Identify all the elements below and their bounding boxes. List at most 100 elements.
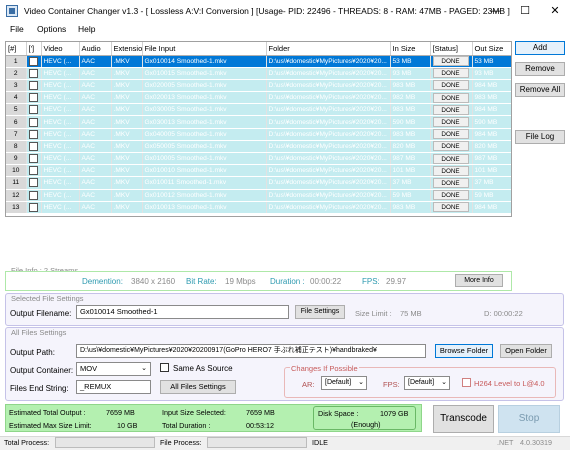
col-in-size[interactable]: In Size: [390, 42, 431, 56]
row-number: 11: [6, 176, 27, 190]
row-folder: D:\us\¥domestic¥MyPictures¥2020¥20...: [266, 103, 391, 117]
col-number[interactable]: [#]: [6, 42, 27, 56]
col-video[interactable]: Video: [41, 42, 80, 56]
table-row[interactable]: 11 HEVC (... AAC .MKV Gx010011 Smoothed-1.mk…: [6, 176, 511, 190]
row-video: HEVC (...: [41, 103, 80, 117]
files-end-string-input[interactable]: _REMUX: [76, 380, 151, 394]
col-extension[interactable]: Extensio: [111, 42, 143, 56]
row-checkbox[interactable]: [28, 154, 38, 164]
row-audio: AAC: [79, 128, 112, 141]
row-audio: AAC: [79, 91, 112, 105]
table-row[interactable]: 8 HEVC (... AAC .MKV Gx050005 Smoothed-1.mkv…: [6, 140, 511, 154]
row-video: HEVC (...: [41, 79, 80, 93]
status-badge: DONE: [432, 190, 469, 201]
table-row[interactable]: 1 HEVC (... AAC .MKV Gx010014 Smoothed-1.mkv…: [6, 55, 511, 68]
row-checkbox[interactable]: [28, 117, 38, 127]
table-row[interactable]: 5 HEVC (... AAC .MKV Gx030005 Smoothed-1.mkv…: [6, 103, 511, 117]
col-file-input[interactable]: File Input: [142, 42, 267, 56]
row-out-size: 53 MB: [472, 55, 511, 68]
row-extension: .MKV: [111, 189, 143, 202]
output-container-select[interactable]: MOV ⌄: [76, 362, 151, 376]
row-checkbox[interactable]: [28, 56, 38, 66]
table-row[interactable]: 10 HEVC (... AAC .MKV Gx010010 Smoothed-1.mk…: [6, 164, 511, 178]
add-button[interactable]: Add: [515, 41, 565, 55]
row-file-input: Gx010011 Smoothed-1.mkv: [142, 176, 267, 190]
col-audio[interactable]: Audio: [79, 42, 112, 56]
output-filename-input[interactable]: Gx010014 Smoothed-1: [76, 305, 289, 319]
output-path-input[interactable]: D:\us\¥domestic¥MyPictures¥2020¥20200917…: [76, 344, 426, 358]
fps-label: FPS:: [362, 277, 380, 286]
ar-value: [Default]: [325, 379, 352, 386]
file-settings-button[interactable]: File Settings: [295, 305, 345, 319]
row-checkbox[interactable]: [28, 190, 38, 200]
row-audio: AAC: [79, 201, 112, 214]
row-folder: D:\us\¥domestic¥MyPictures¥2020¥20...: [266, 164, 391, 178]
table-row[interactable]: 12 HEVC (... AAC .MKV Gx010012 Smoothed-1.mk…: [6, 189, 511, 202]
row-checkbox[interactable]: [28, 166, 38, 176]
row-in-size: 101 MB: [390, 164, 431, 178]
file-list-grid[interactable]: [#] ['] Video Audio Extensio File Input …: [5, 41, 512, 217]
close-button[interactable]: ✕: [540, 0, 570, 22]
row-video: HEVC (...: [41, 115, 80, 129]
row-number: 8: [6, 140, 27, 154]
row-file-input: Gx030013 Smoothed-1.mkv: [142, 115, 267, 129]
menu-help[interactable]: Help: [78, 24, 95, 34]
open-folder-button[interactable]: Open Folder: [500, 344, 552, 358]
col-folder[interactable]: Folder: [266, 42, 391, 56]
row-checkbox[interactable]: [28, 105, 38, 115]
all-files-settings-button[interactable]: All Files Settings: [160, 380, 236, 394]
transcode-button[interactable]: Transcode: [433, 405, 494, 433]
row-extension: .MKV: [111, 128, 143, 141]
remove-all-button[interactable]: Remove All: [515, 83, 565, 97]
table-row[interactable]: 7 HEVC (... AAC .MKV Gx040005 Smoothed-1.mkv…: [6, 128, 511, 141]
row-extension: .MKV: [111, 152, 143, 166]
table-row[interactable]: 3 HEVC (... AAC .MKV Gx020005 Smoothed-1.mkv…: [6, 79, 511, 93]
menu-options[interactable]: Options: [37, 24, 66, 34]
row-checkbox[interactable]: [28, 202, 38, 212]
row-video: HEVC (...: [41, 140, 80, 154]
h264-level-checkbox[interactable]: [462, 378, 471, 387]
row-checkbox[interactable]: [28, 80, 38, 90]
row-file-input: Gx010010 Smoothed-1.mkv: [142, 164, 267, 178]
browse-folder-button[interactable]: Browse Folder: [435, 344, 493, 358]
status-badge: DONE: [432, 141, 469, 152]
col-check[interactable]: [']: [26, 42, 42, 56]
row-folder: D:\us\¥domestic¥MyPictures¥2020¥20...: [266, 79, 391, 93]
row-checkbox[interactable]: [28, 68, 38, 78]
table-row[interactable]: 13 HEVC (... AAC .MKV Gx010013 Smoothed-1.mk…: [6, 201, 511, 214]
same-as-source-checkbox[interactable]: [160, 363, 169, 372]
file-log-button[interactable]: File Log: [515, 130, 565, 144]
duration-label: Duration :: [270, 277, 305, 286]
fps-select[interactable]: [Default] ⌄: [404, 376, 450, 390]
col-out-size[interactable]: Out Size: [472, 42, 511, 56]
table-row[interactable]: 2 HEVC (... AAC .MKV Gx010015 Smoothed-1.mkv…: [6, 67, 511, 80]
row-number: 1: [6, 55, 27, 68]
ar-select[interactable]: [Default] ⌄: [321, 376, 367, 390]
table-row[interactable]: 9 HEVC (... AAC .MKV Gx010005 Smoothed-1.mkv…: [6, 152, 511, 166]
table-row[interactable]: 6 HEVC (... AAC .MKV Gx030013 Smoothed-1.mkv…: [6, 115, 511, 129]
row-out-size: 820 MB: [472, 140, 511, 154]
more-info-button[interactable]: More Info: [455, 274, 503, 287]
stop-button[interactable]: Stop: [498, 405, 560, 433]
maximize-button[interactable]: ☐: [510, 0, 540, 22]
row-out-size: 101 MB: [472, 164, 511, 178]
row-checkbox[interactable]: [28, 129, 38, 139]
row-status-cell: DONE: [430, 91, 473, 105]
row-checkbox[interactable]: [28, 178, 38, 188]
menu-file[interactable]: File: [10, 24, 24, 34]
fps-change-value: [Default]: [408, 379, 435, 386]
row-in-size: 53 MB: [390, 55, 431, 68]
minimize-button[interactable]: —: [480, 0, 510, 22]
row-status-cell: DONE: [430, 128, 473, 141]
status-badge: DONE: [432, 56, 469, 67]
row-file-input: Gx020013 Smoothed-1.mkv: [142, 91, 267, 105]
row-video: HEVC (...: [41, 201, 80, 214]
row-check-cell: [26, 140, 42, 154]
row-checkbox[interactable]: [28, 141, 38, 151]
col-status[interactable]: [Status]: [430, 42, 473, 56]
row-checkbox[interactable]: [28, 93, 38, 103]
row-file-input: Gx010012 Smoothed-1.mkv: [142, 189, 267, 202]
remove-button[interactable]: Remove: [515, 62, 565, 76]
row-folder: D:\us\¥domestic¥MyPictures¥2020¥20...: [266, 201, 391, 214]
table-row[interactable]: 4 HEVC (... AAC .MKV Gx020013 Smoothed-1.mkv…: [6, 91, 511, 105]
